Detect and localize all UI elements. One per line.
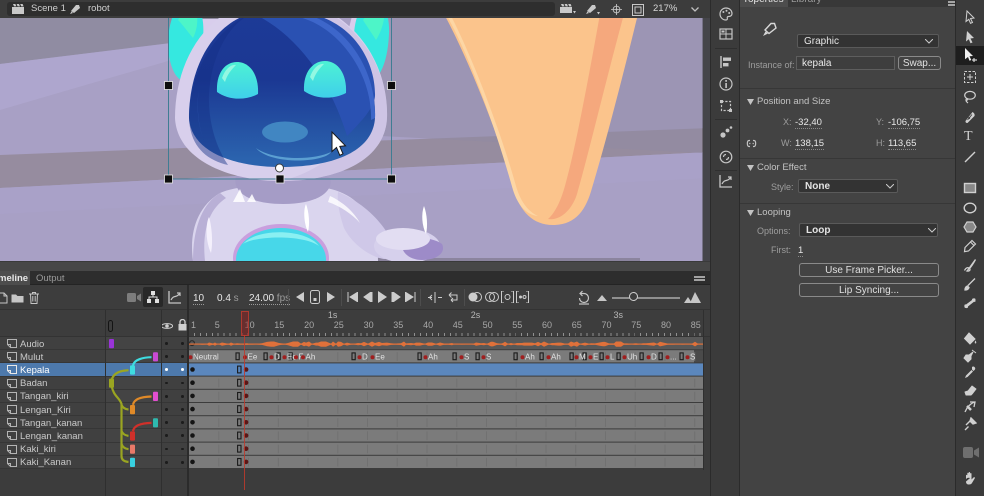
svg-text:Ee: Ee — [248, 352, 258, 361]
svg-text:M: M — [579, 352, 586, 361]
svg-text:Ah: Ah — [525, 352, 535, 361]
svg-text:Neutral: Neutral — [193, 352, 219, 361]
svg-text:Ah: Ah — [551, 352, 561, 361]
svg-text:S: S — [464, 352, 469, 361]
svg-text:D: D — [274, 352, 280, 361]
svg-text:E: E — [593, 352, 598, 361]
svg-text:D: D — [651, 352, 657, 361]
svg-text:Ah: Ah — [306, 352, 316, 361]
svg-text:S: S — [690, 352, 695, 361]
svg-text:Uh: Uh — [627, 352, 637, 361]
svg-text:L: L — [610, 352, 615, 361]
svg-text:...: ... — [670, 352, 677, 361]
svg-text:D: D — [362, 352, 368, 361]
svg-text:S: S — [486, 352, 491, 361]
svg-text:Ah: Ah — [428, 352, 438, 361]
svg-text:Ee: Ee — [375, 352, 385, 361]
